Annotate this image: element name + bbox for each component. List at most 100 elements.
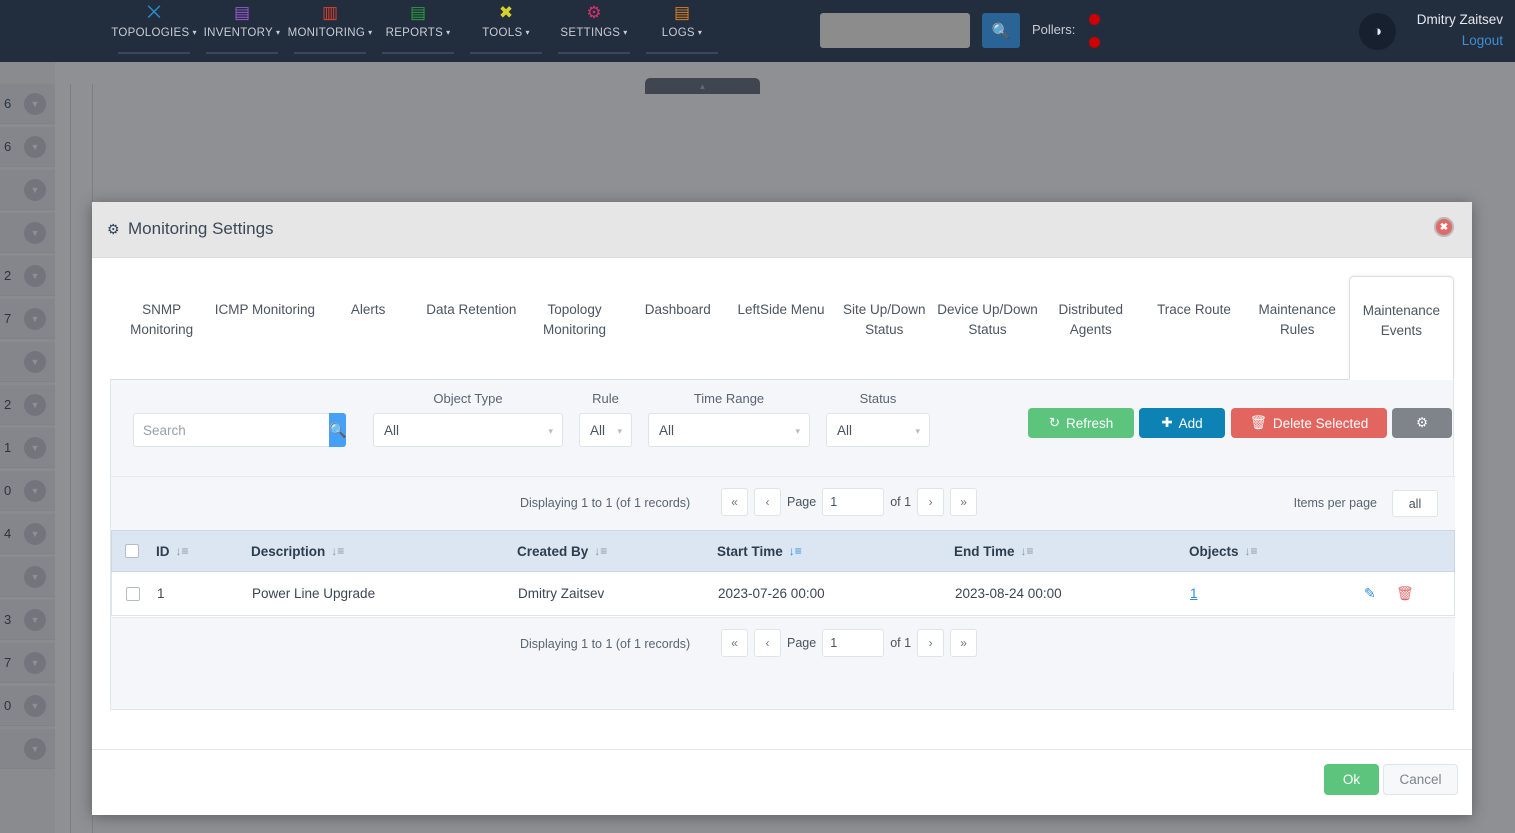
sort-icon[interactable]: ↓≡ bbox=[1245, 544, 1258, 558]
close-icon[interactable]: ✖ bbox=[1434, 217, 1454, 237]
tab-trace-route[interactable]: Trace Route bbox=[1142, 276, 1245, 379]
object-type-select[interactable]: All ▾ bbox=[373, 413, 563, 447]
column-header-created-by[interactable]: Created By ↓≡ bbox=[517, 544, 607, 559]
column-header-description[interactable]: Description ↓≡ bbox=[251, 544, 344, 559]
tab-maintenance-events[interactable]: Maintenance Events bbox=[1348, 276, 1455, 380]
last-page-button[interactable]: » bbox=[950, 629, 978, 657]
pollers-label: Pollers: bbox=[1032, 22, 1076, 37]
first-page-button[interactable]: « bbox=[721, 629, 748, 657]
tab-topology-monitoring[interactable]: Topology Monitoring bbox=[523, 276, 626, 379]
sort-icon[interactable]: ↓≡ bbox=[176, 544, 189, 558]
table-header-row: ID ↓≡ Description ↓≡ Created By ↓≡ Start Time ↓… bbox=[111, 530, 1455, 572]
column-header-end-time[interactable]: End Time ↓≡ bbox=[954, 544, 1034, 559]
page-label: Page bbox=[787, 495, 817, 509]
nav-item-monitoring[interactable]: ▥ MONITORING ▾ bbox=[286, 0, 374, 62]
cell-objects[interactable]: 1 bbox=[1190, 586, 1198, 601]
tab-icmp-monitoring[interactable]: ICMP Monitoring bbox=[213, 276, 316, 379]
tab-data-retention[interactable]: Data Retention bbox=[420, 276, 523, 379]
cell-created-by: Dmitry Zaitsev bbox=[518, 586, 605, 601]
pagination-top: Displaying 1 to 1 (of 1 records) « ‹ Pag… bbox=[111, 476, 1455, 530]
refresh-label: Refresh bbox=[1066, 415, 1114, 431]
close-glyph: ✖ bbox=[1439, 221, 1449, 233]
sort-icon[interactable]: ↓≡ bbox=[1021, 544, 1034, 558]
delete-selected-button[interactable]: 🗑 Delete Selected bbox=[1231, 408, 1387, 438]
column-header-label: Start Time bbox=[717, 543, 783, 559]
tab-label: Topology Monitoring bbox=[543, 302, 607, 337]
filter-toolbar: Object Type Rule Time Range Status 🔍 All… bbox=[111, 380, 1455, 476]
column-header-objects[interactable]: Objects ↓≡ bbox=[1189, 544, 1258, 559]
nav-item-inventory[interactable]: ▤ INVENTORY ▾ bbox=[198, 0, 286, 62]
monitoring-icon: ▥ bbox=[321, 3, 339, 22]
tab-snmp-monitoring[interactable]: SNMP Monitoring bbox=[110, 276, 213, 379]
settings-tabs: SNMP Monitoring ICMP Monitoring Alerts Data… bbox=[92, 258, 1472, 380]
tab-alerts[interactable]: Alerts bbox=[316, 276, 419, 379]
last-page-button[interactable]: » bbox=[950, 488, 978, 516]
select-all-checkbox[interactable] bbox=[125, 544, 139, 558]
cell-description: Power Line Upgrade bbox=[252, 586, 376, 601]
status-select[interactable]: All ▾ bbox=[826, 413, 930, 447]
chevron-down-icon: ▾ bbox=[617, 426, 622, 436]
rule-label: Rule bbox=[592, 391, 619, 406]
add-button[interactable]: ✚ Add bbox=[1139, 408, 1225, 438]
plus-icon: ✚ bbox=[1161, 415, 1173, 430]
next-page-button[interactable]: › bbox=[917, 629, 945, 657]
logout-link[interactable]: Logout bbox=[1462, 33, 1503, 48]
theme-toggle-button[interactable]: ◑ bbox=[1359, 13, 1396, 50]
column-header-id[interactable]: ID ↓≡ bbox=[156, 544, 189, 559]
nav-item-settings[interactable]: ⚙ SETTINGS ▾ bbox=[550, 0, 638, 62]
poller-status-dot bbox=[1089, 14, 1100, 25]
tab-dashboard[interactable]: Dashboard bbox=[626, 276, 729, 379]
row-checkbox[interactable] bbox=[126, 586, 140, 601]
prev-page-button[interactable]: ‹ bbox=[754, 629, 781, 657]
first-page-button[interactable]: « bbox=[721, 488, 748, 516]
refresh-button[interactable]: ↻ Refresh bbox=[1028, 408, 1134, 438]
cancel-button[interactable]: Cancel bbox=[1383, 764, 1458, 795]
nav-item-label: SETTINGS ▾ bbox=[560, 27, 628, 39]
nav-item-tools[interactable]: ✖ TOOLS ▾ bbox=[462, 0, 550, 62]
main-menu: ⨉ TOPOLOGIES ▾ ▤ INVENTORY ▾ ▥ MONITORING ▾ ▤ REPO… bbox=[110, 0, 726, 62]
ok-button[interactable]: Ok bbox=[1324, 764, 1379, 795]
search-box: 🔍 bbox=[133, 413, 347, 447]
nav-item-reports[interactable]: ▤ REPORTS ▾ bbox=[374, 0, 462, 62]
total-pages-label: of 1 bbox=[890, 636, 912, 650]
page-number-input[interactable] bbox=[822, 629, 885, 657]
nav-item-logs[interactable]: ▤ LOGS ▾ bbox=[638, 0, 726, 62]
search-input[interactable] bbox=[133, 413, 329, 447]
tab-label: Site Up/Down Status bbox=[842, 302, 926, 337]
tab-maintenance-rules[interactable]: Maintenance Rules bbox=[1246, 276, 1349, 379]
sort-icon[interactable]: ↓≡ bbox=[789, 544, 802, 558]
user-name-label: Dmitry Zaitsev bbox=[1416, 12, 1503, 27]
global-search-button[interactable]: 🔍 bbox=[982, 13, 1020, 48]
column-header-label: Created By bbox=[517, 543, 589, 559]
tab-leftside-menu[interactable]: LeftSide Menu bbox=[729, 276, 832, 379]
page-number-input[interactable] bbox=[822, 488, 885, 516]
edit-icon[interactable]: ✎ bbox=[1364, 585, 1376, 602]
tab-label: Maintenance Rules bbox=[1258, 302, 1336, 337]
table-row: 1 Power Line Upgrade Dmitry Zaitsev 2023-07… bbox=[111, 572, 1455, 616]
tab-label: Device Up/Down Status bbox=[937, 302, 1038, 337]
status-label: Status bbox=[859, 391, 897, 406]
chevron-down-icon: ▾ bbox=[795, 426, 800, 436]
tab-distributed-agents[interactable]: Distributed Agents bbox=[1039, 276, 1142, 379]
total-pages-label: of 1 bbox=[890, 495, 912, 509]
delete-icon[interactable]: 🗑 bbox=[1396, 585, 1414, 602]
sort-icon[interactable]: ↓≡ bbox=[331, 544, 344, 558]
time-range-select[interactable]: All ▾ bbox=[648, 413, 810, 447]
column-header-start-time[interactable]: Start Time ↓≡ bbox=[717, 544, 802, 559]
tab-site-up-down-status[interactable]: Site Up/Down Status bbox=[833, 276, 936, 379]
next-page-button[interactable]: › bbox=[917, 488, 945, 516]
nav-item-topologies[interactable]: ⨉ TOPOLOGIES ▾ bbox=[110, 0, 198, 62]
sort-icon[interactable]: ↓≡ bbox=[594, 544, 607, 558]
global-search-input[interactable] bbox=[820, 13, 970, 48]
prev-page-button[interactable]: ‹ bbox=[754, 488, 781, 516]
items-per-page-select[interactable]: all bbox=[1392, 490, 1438, 517]
cell-id: 1 bbox=[157, 586, 165, 601]
search-button[interactable]: 🔍 bbox=[329, 413, 347, 447]
record-count-label: Displaying 1 to 1 (of 1 records) bbox=[520, 496, 691, 510]
top-navigation-bar: ⨉ TOPOLOGIES ▾ ▤ INVENTORY ▾ ▥ MONITORING ▾ ▤ REPO… bbox=[0, 0, 1515, 62]
tab-label: SNMP Monitoring bbox=[130, 302, 194, 337]
rule-select[interactable]: All ▾ bbox=[579, 413, 632, 447]
tab-device-up-down-status[interactable]: Device Up/Down Status bbox=[936, 276, 1039, 379]
column-settings-button[interactable]: ⚙ bbox=[1392, 408, 1452, 438]
refresh-icon: ↻ bbox=[1048, 415, 1061, 430]
